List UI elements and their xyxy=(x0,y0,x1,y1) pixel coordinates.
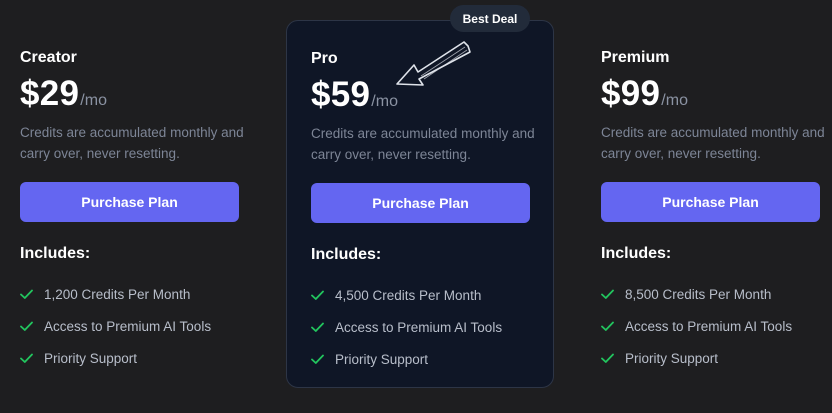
includes-heading: Includes: xyxy=(601,245,672,262)
feature-list: 8,500 Credits Per Month Access to Premiu… xyxy=(601,278,792,374)
check-icon xyxy=(20,353,33,363)
purchase-plan-button-creator[interactable]: Purchase Plan xyxy=(20,182,239,222)
price-amount: $59 xyxy=(311,75,371,114)
feature-label: Priority Support xyxy=(335,351,429,367)
check-icon xyxy=(601,289,614,299)
feature-list: 1,200 Credits Per Month Access to Premiu… xyxy=(20,278,211,374)
plan-name: Creator xyxy=(20,49,77,66)
includes-heading: Includes: xyxy=(20,245,91,262)
feature-list: 4,500 Credits Per Month Access to Premiu… xyxy=(311,279,502,375)
plan-name: Pro xyxy=(311,50,338,67)
feature-item: Access to Premium AI Tools xyxy=(311,311,502,343)
feature-item: Priority Support xyxy=(601,342,792,374)
feature-item: 8,500 Credits Per Month xyxy=(601,278,792,310)
feature-label: Access to Premium AI Tools xyxy=(44,318,212,334)
price-period: /mo xyxy=(371,93,398,110)
plan-description: Credits are accumulated monthly and carr… xyxy=(601,125,825,161)
feature-label: 8,500 Credits Per Month xyxy=(625,286,772,302)
check-icon xyxy=(601,353,614,363)
feature-item: 1,200 Credits Per Month xyxy=(20,278,211,310)
check-icon xyxy=(20,289,33,299)
purchase-plan-button-premium[interactable]: Purchase Plan xyxy=(601,182,820,222)
check-icon xyxy=(311,354,324,364)
plan-description: Credits are accumulated monthly and carr… xyxy=(311,126,535,162)
check-icon xyxy=(311,290,324,300)
feature-item: Access to Premium AI Tools xyxy=(601,310,792,342)
feature-label: 4,500 Credits Per Month xyxy=(335,287,482,303)
feature-item: Priority Support xyxy=(311,343,502,375)
price-amount: $29 xyxy=(20,74,80,113)
price-period: /mo xyxy=(661,92,688,109)
feature-label: 1,200 Credits Per Month xyxy=(44,286,191,302)
feature-item: 4,500 Credits Per Month xyxy=(311,279,502,311)
plan-price: $29/mo xyxy=(20,74,107,114)
feature-item: Priority Support xyxy=(20,342,211,374)
check-icon xyxy=(20,321,33,331)
plan-name: Premium xyxy=(601,49,670,66)
price-amount: $99 xyxy=(601,74,661,113)
feature-item: Access to Premium AI Tools xyxy=(20,310,211,342)
feature-label: Access to Premium AI Tools xyxy=(625,318,793,334)
check-icon xyxy=(311,322,324,332)
check-icon xyxy=(601,321,614,331)
feature-label: Priority Support xyxy=(625,350,719,366)
price-period: /mo xyxy=(80,92,107,109)
hand-drawn-arrow-icon xyxy=(396,41,471,86)
plan-description: Credits are accumulated monthly and carr… xyxy=(20,125,244,161)
includes-heading: Includes: xyxy=(311,246,382,263)
plan-price: $59/mo xyxy=(311,75,398,115)
feature-label: Access to Premium AI Tools xyxy=(335,319,503,335)
best-deal-badge: Best Deal xyxy=(450,5,530,32)
feature-label: Priority Support xyxy=(44,350,138,366)
pricing-section: Best Deal Creator $29/mo Credits are acc… xyxy=(0,0,832,413)
plan-price: $99/mo xyxy=(601,74,688,114)
purchase-plan-button-pro[interactable]: Purchase Plan xyxy=(311,183,530,223)
